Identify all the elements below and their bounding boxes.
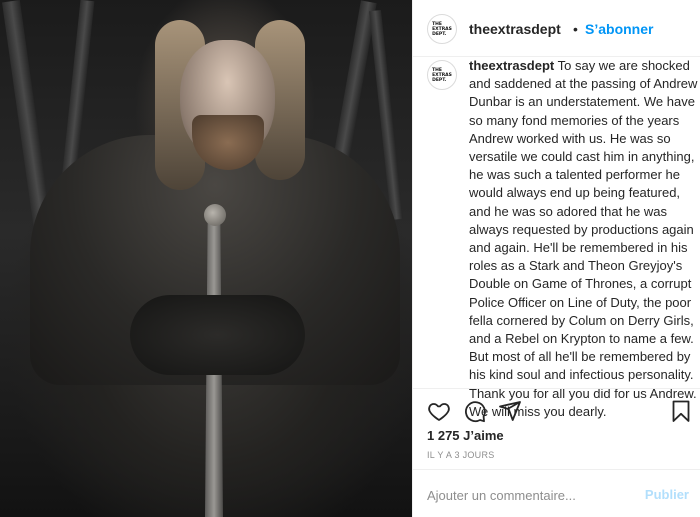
post-timestamp[interactable]: IL Y A 3 JOURS <box>427 450 495 460</box>
follow-button[interactable]: S’abonner <box>585 21 653 37</box>
post-photo-alt: Portrait of a bearded man in dark armor … <box>0 0 1 1</box>
avatar-logo-text: THE EXTRAS DEPT. <box>432 21 452 37</box>
header-username[interactable]: theextrasdept <box>469 21 561 37</box>
caption-text-block: theextrasdept To say we are shocked and … <box>469 57 699 421</box>
post-side-panel: THE EXTRAS DEPT. theextrasdept • S’abonn… <box>412 0 700 517</box>
gloved-hands <box>130 295 305 375</box>
heart-icon[interactable] <box>427 399 451 423</box>
avatar[interactable]: THE EXTRAS DEPT. <box>427 14 457 44</box>
post-photo[interactable]: Portrait of a bearded man in dark armor … <box>0 0 412 517</box>
likes-count[interactable]: 1 275 J’aime <box>427 428 504 443</box>
caption-username[interactable]: theextrasdept <box>469 58 554 73</box>
caption-avatar-logo-text: THE EXTRAS DEPT. <box>432 67 452 83</box>
post-header: THE EXTRAS DEPT. theextrasdept • S’abonn… <box>413 0 700 57</box>
caption-avatar[interactable]: THE EXTRAS DEPT. <box>427 60 457 90</box>
caption-text: To say we are shocked and saddened at th… <box>469 58 698 419</box>
comment-input[interactable] <box>427 486 642 504</box>
comment-icon[interactable] <box>463 399 487 423</box>
separator-dot: • <box>573 21 578 37</box>
share-icon[interactable] <box>498 399 522 423</box>
comment-box: Publier <box>413 469 700 517</box>
publish-button[interactable]: Publier <box>645 487 689 502</box>
sword-pommel <box>204 204 226 226</box>
bookmark-icon[interactable] <box>669 399 693 423</box>
action-bar <box>413 388 700 428</box>
caption-area: THE EXTRAS DEPT. theextrasdept To say we… <box>413 57 700 419</box>
